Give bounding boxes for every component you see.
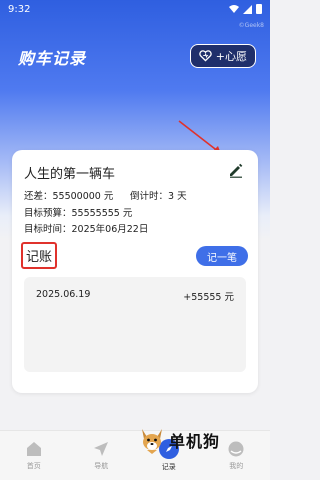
bottom-nav: 首页 导航 记录 我的 <box>0 430 270 480</box>
countdown: 倒计时：3 天 <box>130 191 187 202</box>
target-time: 目标时间：2025年06月22日 <box>24 224 149 235</box>
navigation-icon <box>94 442 109 456</box>
nav-label-records: 记录 <box>161 463 176 471</box>
status-time: 9:32 <box>8 3 31 15</box>
page-title: 购车记录 <box>18 49 87 68</box>
dog-mascot-icon <box>142 429 162 454</box>
logo-overlay: 单机狗 <box>138 425 220 455</box>
nav-item-home[interactable]: 首页 <box>0 431 68 480</box>
battery-icon <box>256 4 262 14</box>
target-budget: 目标预算：55555555 元 <box>24 208 133 219</box>
logo-text: 单机狗 <box>169 432 221 451</box>
signal-icon <box>243 4 252 14</box>
status-bar: 9:32 <box>0 0 270 18</box>
remaining-amount: 还差：55500000 元 <box>24 191 114 202</box>
home-icon <box>26 442 41 456</box>
add-wish-button[interactable]: +心愿 <box>189 44 256 68</box>
record-amount: +55555 元 <box>183 292 234 303</box>
profile-icon <box>228 441 244 457</box>
heart-icon <box>199 50 212 62</box>
nav-label-mine: 我的 <box>229 462 244 470</box>
add-record-button[interactable]: 记一笔 <box>196 246 248 266</box>
nav-item-navigation[interactable]: 导航 <box>68 431 136 480</box>
edit-icon[interactable] <box>228 162 244 178</box>
nav-label-navigation: 导航 <box>94 462 109 470</box>
record-date: 2025.06.19 <box>36 289 91 300</box>
watermark: ©Geek8 <box>238 22 264 29</box>
add-wish-label: +心愿 <box>215 50 247 63</box>
ledger-label: 记账 <box>21 242 58 269</box>
purchase-card: 人生的第一辆车 还差：55500000 元 倒计时：3 天 目标预算：55555… <box>12 150 258 393</box>
car-title: 人生的第一辆车 <box>24 167 116 182</box>
wifi-icon <box>229 5 239 13</box>
nav-label-home: 首页 <box>26 462 41 470</box>
record-list: 2025.06.19 +55555 元 <box>24 277 246 372</box>
